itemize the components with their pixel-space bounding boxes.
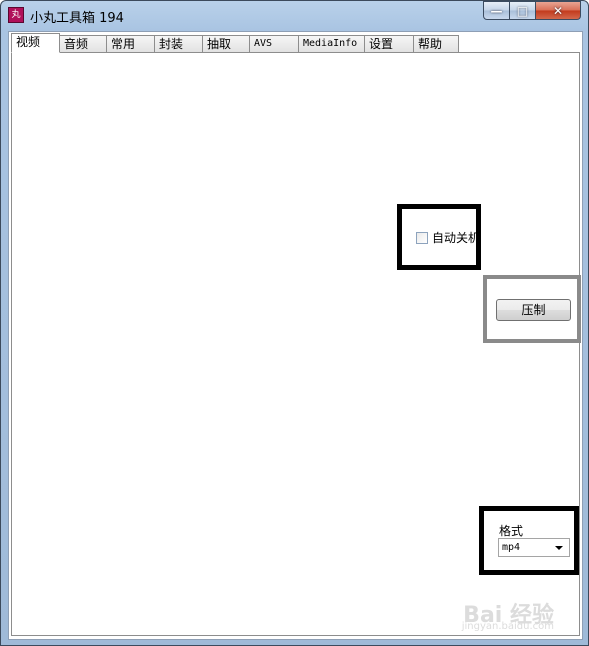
app-window: 丸 小丸工具箱 194 — □ ✕ 视频 音频 常用 封装 抽取 AVS Med… xyxy=(0,0,589,646)
minimize-button[interactable]: — xyxy=(483,1,510,20)
minimize-icon: — xyxy=(490,3,503,18)
close-button[interactable]: ✕ xyxy=(536,1,581,20)
close-icon: ✕ xyxy=(552,3,564,18)
tab-video[interactable]: 视频 xyxy=(11,33,60,53)
window-controls: — □ ✕ xyxy=(483,1,581,21)
title-bar[interactable]: 丸 小丸工具箱 194 — □ ✕ xyxy=(1,1,588,31)
window-title: 小丸工具箱 194 xyxy=(30,11,124,26)
compress-button[interactable]: 压制 xyxy=(496,299,571,321)
tab-settings[interactable]: 设置 xyxy=(364,35,414,53)
client-area: 视频 音频 常用 封装 抽取 AVS MediaInfo 设置 帮助 自动关机 … xyxy=(8,31,583,640)
auto-shutdown-row[interactable]: 自动关机 xyxy=(416,229,480,246)
tab-avs[interactable]: AVS xyxy=(249,35,299,53)
maximize-button[interactable]: □ xyxy=(510,1,536,20)
tab-mux[interactable]: 封装 xyxy=(154,35,203,53)
auto-shutdown-checkbox[interactable] xyxy=(416,231,428,244)
tab-help[interactable]: 帮助 xyxy=(413,35,459,53)
format-select[interactable]: mp4 xyxy=(498,538,570,557)
app-icon: 丸 xyxy=(8,7,24,23)
tab-extract[interactable]: 抽取 xyxy=(202,35,250,53)
format-value: mp4 xyxy=(502,542,521,553)
chevron-down-icon xyxy=(555,545,563,550)
tab-bar: 视频 音频 常用 封装 抽取 AVS MediaInfo 设置 帮助 xyxy=(11,33,459,53)
tab-common[interactable]: 常用 xyxy=(106,35,155,53)
tab-audio[interactable]: 音频 xyxy=(59,35,107,53)
watermark-url: jingyan.baidu.com xyxy=(461,621,554,632)
tab-mediainfo[interactable]: MediaInfo xyxy=(298,35,365,53)
auto-shutdown-label: 自动关机 xyxy=(432,231,481,245)
maximize-icon: □ xyxy=(516,3,529,18)
format-label: 格式 xyxy=(499,524,524,538)
